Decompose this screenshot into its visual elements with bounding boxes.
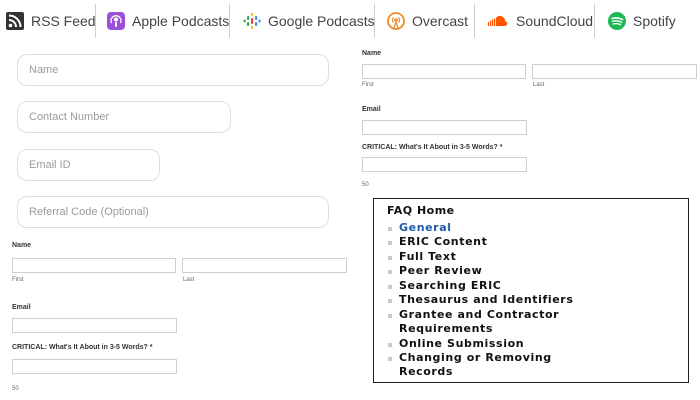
email-input[interactable] xyxy=(362,120,527,135)
name-placeholder: Name xyxy=(29,64,59,76)
overcast-link[interactable]: Overcast xyxy=(387,8,468,34)
apple-podcasts-label: Apple Podcasts xyxy=(132,13,230,29)
google-podcasts-icon xyxy=(243,13,261,29)
bullet-icon xyxy=(388,357,392,361)
spotify-label: Spotify xyxy=(633,13,676,29)
spotify-link[interactable]: Spotify xyxy=(608,8,676,34)
char-count: 50 xyxy=(362,182,369,188)
last-sublabel: Last xyxy=(183,277,195,283)
divider xyxy=(95,4,96,38)
char-count: 50 xyxy=(12,386,19,392)
rss-feed-link[interactable]: RSS Feed xyxy=(6,8,96,34)
rss-icon xyxy=(6,12,24,30)
overcast-label: Overcast xyxy=(412,13,469,29)
critical-label: CRITICAL: What's It About in 3-5 Words? … xyxy=(12,344,153,351)
faq-link-full-text[interactable]: Full Text xyxy=(399,250,456,263)
critical-input[interactable] xyxy=(362,157,527,172)
faq-nav: FAQ Home General ERIC Content Full Text … xyxy=(373,198,689,383)
first-sublabel: First xyxy=(12,277,24,283)
critical-label: CRITICAL: What's It About in 3-5 Words? … xyxy=(362,144,503,151)
overcast-icon xyxy=(387,12,405,30)
bullet-icon xyxy=(388,241,392,245)
faq-link-changing-removing[interactable]: Changing or Removing xyxy=(399,351,552,364)
spotify-icon xyxy=(608,12,626,30)
contact-number-placeholder: Contact Number xyxy=(29,111,110,123)
name-input[interactable]: Name xyxy=(17,54,329,86)
bullet-icon xyxy=(388,314,392,318)
email-id-input[interactable]: Email ID xyxy=(17,149,160,181)
bullet-icon xyxy=(388,299,392,303)
bullet-icon xyxy=(388,285,392,289)
google-podcasts-link[interactable]: Google Podcasts xyxy=(243,8,375,34)
contact-number-input[interactable]: Contact Number xyxy=(17,101,231,133)
podcast-subscribe-bar: RSS Feed Apple Podcasts Google Podcasts xyxy=(0,0,700,42)
name-label: Name xyxy=(12,242,32,249)
soundcloud-icon xyxy=(488,16,508,26)
faq-link-changing-removing-cont[interactable]: Records xyxy=(399,365,453,378)
faq-link-thesaurus[interactable]: Thesaurus and Identifiers xyxy=(399,293,573,306)
first-name-input[interactable] xyxy=(12,258,176,273)
first-name-input[interactable] xyxy=(362,64,526,79)
critical-input[interactable] xyxy=(12,359,177,374)
faq-link-peer-review[interactable]: Peer Review xyxy=(399,264,482,277)
divider xyxy=(374,4,375,38)
rss-feed-label: RSS Feed xyxy=(31,13,96,29)
faq-link-eric-content[interactable]: ERIC Content xyxy=(399,235,487,248)
bullet-icon xyxy=(388,256,392,260)
divider xyxy=(594,4,595,38)
email-input[interactable] xyxy=(12,318,177,333)
last-sublabel: Last xyxy=(533,82,545,88)
divider xyxy=(474,4,475,38)
apple-podcasts-link[interactable]: Apple Podcasts xyxy=(107,8,229,34)
divider xyxy=(229,4,230,38)
first-sublabel: First xyxy=(362,82,374,88)
faq-link-searching-eric[interactable]: Searching ERIC xyxy=(399,279,501,292)
bullet-icon xyxy=(388,227,392,231)
referral-code-placeholder: Referral Code (Optional) xyxy=(29,206,149,218)
email-label: Email xyxy=(362,106,381,113)
apple-podcasts-icon xyxy=(107,12,125,30)
faq-link-grantee-contractor[interactable]: Grantee and Contractor xyxy=(399,308,559,321)
faq-title[interactable]: FAQ Home xyxy=(387,204,455,217)
google-podcasts-label: Google Podcasts xyxy=(268,13,375,29)
last-name-input[interactable] xyxy=(532,64,697,79)
name-label: Name xyxy=(362,50,382,57)
bullet-icon xyxy=(388,270,392,274)
email-label: Email xyxy=(12,304,31,311)
email-id-placeholder: Email ID xyxy=(29,159,71,171)
soundcloud-link[interactable]: SoundCloud xyxy=(487,8,593,34)
faq-link-general[interactable]: General xyxy=(399,221,452,234)
bullet-icon xyxy=(388,343,392,347)
last-name-input[interactable] xyxy=(182,258,347,273)
faq-link-online-submission[interactable]: Online Submission xyxy=(399,337,524,350)
soundcloud-label: SoundCloud xyxy=(516,13,594,29)
referral-code-input[interactable]: Referral Code (Optional) xyxy=(17,196,329,228)
faq-link-grantee-contractor-cont[interactable]: Requirements xyxy=(399,322,493,335)
